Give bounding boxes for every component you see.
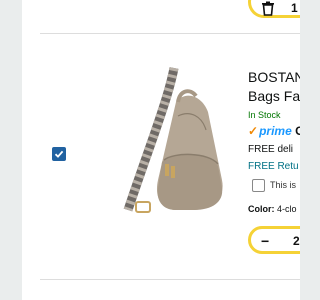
quantity-value: 2 bbox=[293, 234, 300, 248]
free-returns-link[interactable]: FREE Retu bbox=[248, 161, 299, 172]
item-select-checkbox[interactable] bbox=[52, 147, 66, 161]
minus-icon[interactable]: − bbox=[261, 233, 269, 249]
product-title-line2[interactable]: Bags Fa bbox=[248, 88, 300, 104]
cart-card: 1 BOSTAN Bags Fa In Stock ✓prime C FREE … bbox=[22, 0, 300, 300]
prime-badge: ✓prime C bbox=[248, 124, 300, 138]
item-divider-bottom bbox=[40, 279, 300, 280]
color-label: Color: bbox=[248, 204, 275, 214]
prime-label: prime bbox=[259, 124, 292, 138]
color-value: 4-clo bbox=[277, 204, 297, 214]
item-divider bbox=[40, 33, 300, 34]
quantity-stepper-previous[interactable]: 1 bbox=[248, 0, 300, 18]
next-item-image-peek bbox=[157, 292, 197, 300]
gift-label: This is bbox=[270, 180, 297, 190]
prime-check-icon: ✓ bbox=[248, 124, 259, 138]
prime-suffix: C bbox=[295, 124, 300, 138]
stock-status: In Stock bbox=[248, 110, 281, 120]
checkmark-icon bbox=[54, 150, 64, 158]
quantity-stepper[interactable]: − 2 bbox=[248, 226, 300, 254]
product-title[interactable]: BOSTAN bbox=[248, 66, 300, 88]
free-delivery-text: FREE deli bbox=[248, 144, 294, 155]
product-image[interactable] bbox=[118, 60, 236, 226]
trash-icon[interactable] bbox=[260, 0, 276, 16]
gift-checkbox[interactable] bbox=[252, 179, 265, 192]
quantity-value: 1 bbox=[291, 1, 298, 15]
color-attribute: Color: 4-clo bbox=[248, 204, 297, 214]
